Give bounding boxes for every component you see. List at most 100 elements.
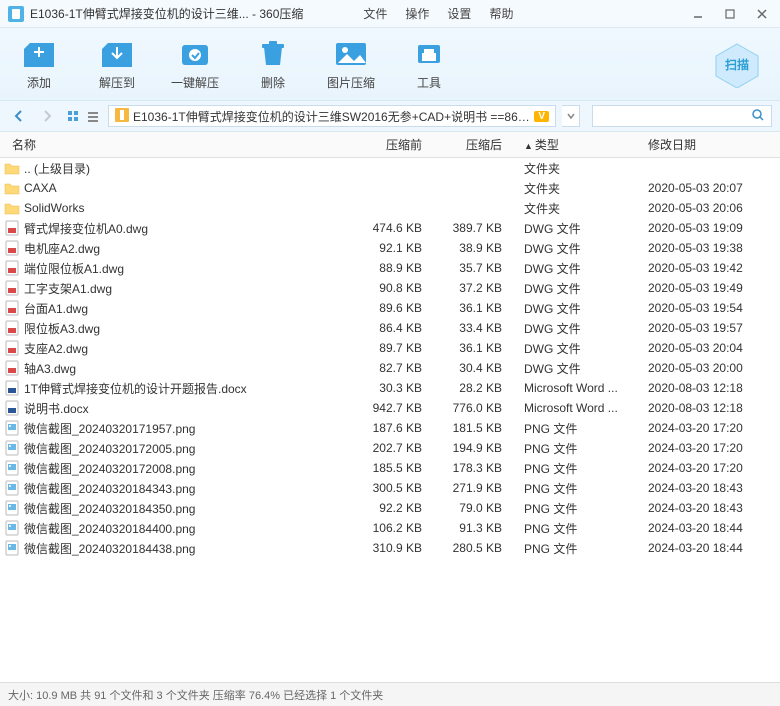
tool-quick-extract[interactable]: 一键解压	[170, 38, 220, 91]
file-row[interactable]: 微信截图_20240320184343.png300.5 KB271.9 KBP…	[0, 478, 780, 498]
file-size-after: 38.9 KB	[430, 241, 510, 255]
view-grid-icon[interactable]	[64, 107, 82, 125]
file-row[interactable]: 微信截图_20240320184400.png106.2 KB91.3 KBPN…	[0, 518, 780, 538]
file-date: 2020-05-03 20:06	[640, 201, 780, 215]
file-icon	[4, 420, 20, 436]
file-icon	[4, 440, 20, 456]
file-date: 2024-03-20 18:43	[640, 501, 780, 515]
maximize-button[interactable]	[720, 4, 740, 24]
file-name: 台面A1.dwg	[24, 300, 350, 317]
file-row[interactable]: 臂式焊接变位机A0.dwg474.6 KB389.7 KBDWG 文件2020-…	[0, 218, 780, 238]
file-name: .. (上级目录)	[24, 160, 350, 177]
file-size-after: 79.0 KB	[430, 501, 510, 515]
menu-settings[interactable]: 设置	[447, 5, 471, 22]
file-date: 2020-05-03 19:57	[640, 321, 780, 335]
extract-icon	[98, 38, 136, 70]
file-size-before: 202.7 KB	[350, 441, 430, 455]
file-size-before: 89.6 KB	[350, 301, 430, 315]
tool-quick-extract-label: 一键解压	[171, 74, 219, 91]
nav-back[interactable]	[8, 105, 30, 127]
file-size-after: 178.3 KB	[430, 461, 510, 475]
file-row[interactable]: 支座A2.dwg89.7 KB36.1 KBDWG 文件2020-05-03 2…	[0, 338, 780, 358]
tool-tools[interactable]: 工具	[404, 38, 454, 91]
file-size-before: 300.5 KB	[350, 481, 430, 495]
file-list[interactable]: .. (上级目录)文件夹CAXA文件夹2020-05-03 20:07Solid…	[0, 158, 780, 682]
file-icon	[4, 320, 20, 336]
menu-operate[interactable]: 操作	[405, 5, 429, 22]
file-icon	[4, 380, 20, 396]
file-date: 2020-05-03 19:49	[640, 281, 780, 295]
col-after[interactable]: 压缩后	[430, 136, 510, 153]
tool-extract-label: 解压到	[99, 74, 135, 91]
file-row[interactable]: 台面A1.dwg89.6 KB36.1 KBDWG 文件2020-05-03 1…	[0, 298, 780, 318]
search-icon[interactable]	[751, 108, 765, 125]
file-row[interactable]: SolidWorks文件夹2020-05-03 20:06	[0, 198, 780, 218]
tool-delete[interactable]: 删除	[248, 38, 298, 91]
file-size-before: 310.9 KB	[350, 541, 430, 555]
file-name: SolidWorks	[24, 201, 350, 215]
file-size-after: 37.2 KB	[430, 281, 510, 295]
file-type: PNG 文件	[510, 540, 640, 557]
path-dropdown[interactable]	[562, 105, 580, 127]
tool-extract[interactable]: 解压到	[92, 38, 142, 91]
file-name: 臂式焊接变位机A0.dwg	[24, 220, 350, 237]
tool-add[interactable]: 添加	[14, 38, 64, 91]
file-name: 微信截图_20240320184438.png	[24, 540, 350, 557]
file-name: 说明书.docx	[24, 400, 350, 417]
window-controls	[688, 4, 772, 24]
menu-help[interactable]: 帮助	[489, 5, 513, 22]
file-type: DWG 文件	[510, 340, 640, 357]
col-type[interactable]: ▲类型	[510, 136, 640, 153]
file-name: 微信截图_20240320172005.png	[24, 440, 350, 457]
file-icon	[4, 300, 20, 316]
file-row[interactable]: 微信截图_20240320184350.png92.2 KB79.0 KBPNG…	[0, 498, 780, 518]
file-row[interactable]: 微信截图_20240320171957.png187.6 KB181.5 KBP…	[0, 418, 780, 438]
file-type: PNG 文件	[510, 480, 640, 497]
menu-file[interactable]: 文件	[363, 5, 387, 22]
file-row[interactable]: 限位板A3.dwg86.4 KB33.4 KBDWG 文件2020-05-03 …	[0, 318, 780, 338]
file-date: 2020-05-03 19:38	[640, 241, 780, 255]
col-name[interactable]: 名称	[4, 136, 350, 153]
quick-extract-icon	[176, 38, 214, 70]
file-size-after: 36.1 KB	[430, 301, 510, 315]
scan-button[interactable]: 扫描	[708, 40, 766, 88]
image-icon	[332, 38, 370, 70]
file-type: Microsoft Word ...	[510, 401, 640, 415]
file-size-after: 91.3 KB	[430, 521, 510, 535]
file-row[interactable]: 微信截图_20240320172008.png185.5 KB178.3 KBP…	[0, 458, 780, 478]
file-row[interactable]: 轴A3.dwg82.7 KB30.4 KBDWG 文件2020-05-03 20…	[0, 358, 780, 378]
file-size-before: 30.3 KB	[350, 381, 430, 395]
file-type: 文件夹	[510, 180, 640, 197]
file-row[interactable]: 端位限位板A1.dwg88.9 KB35.7 KBDWG 文件2020-05-0…	[0, 258, 780, 278]
file-size-after: 35.7 KB	[430, 261, 510, 275]
file-name: 微信截图_20240320184343.png	[24, 480, 350, 497]
path-input[interactable]: E1036-1T伸臂式焊接变位机的设计三维SW2016无参+CAD+说明书 ==…	[108, 105, 556, 127]
col-before[interactable]: 压缩前	[350, 136, 430, 153]
tool-image-compress[interactable]: 图片压缩	[326, 38, 376, 91]
file-row[interactable]: .. (上级目录)文件夹	[0, 158, 780, 178]
file-row[interactable]: 工字支架A1.dwg90.8 KB37.2 KBDWG 文件2020-05-03…	[0, 278, 780, 298]
nav-forward[interactable]	[36, 105, 58, 127]
file-row[interactable]: 说明书.docx942.7 KB776.0 KBMicrosoft Word .…	[0, 398, 780, 418]
file-name: 微信截图_20240320184400.png	[24, 520, 350, 537]
file-row[interactable]: 微信截图_20240320172005.png202.7 KB194.9 KBP…	[0, 438, 780, 458]
close-button[interactable]	[752, 4, 772, 24]
file-row[interactable]: 1T伸臂式焊接变位机的设计开题报告.docx30.3 KB28.2 KBMicr…	[0, 378, 780, 398]
col-date[interactable]: 修改日期	[640, 136, 780, 153]
file-name: 微信截图_20240320171957.png	[24, 420, 350, 437]
file-size-after: 36.1 KB	[430, 341, 510, 355]
file-type: DWG 文件	[510, 280, 640, 297]
file-row[interactable]: CAXA文件夹2020-05-03 20:07	[0, 178, 780, 198]
file-row[interactable]: 电机座A2.dwg92.1 KB38.9 KBDWG 文件2020-05-03 …	[0, 238, 780, 258]
file-size-before: 92.2 KB	[350, 501, 430, 515]
file-icon	[4, 280, 20, 296]
file-size-after: 389.7 KB	[430, 221, 510, 235]
file-row[interactable]: 微信截图_20240320184438.png310.9 KB280.5 KBP…	[0, 538, 780, 558]
tool-tools-label: 工具	[417, 74, 441, 91]
file-date: 2020-05-03 19:42	[640, 261, 780, 275]
minimize-button[interactable]	[688, 4, 708, 24]
file-size-after: 33.4 KB	[430, 321, 510, 335]
file-type: DWG 文件	[510, 300, 640, 317]
view-list-icon[interactable]	[84, 107, 102, 125]
search-input[interactable]	[592, 105, 772, 127]
